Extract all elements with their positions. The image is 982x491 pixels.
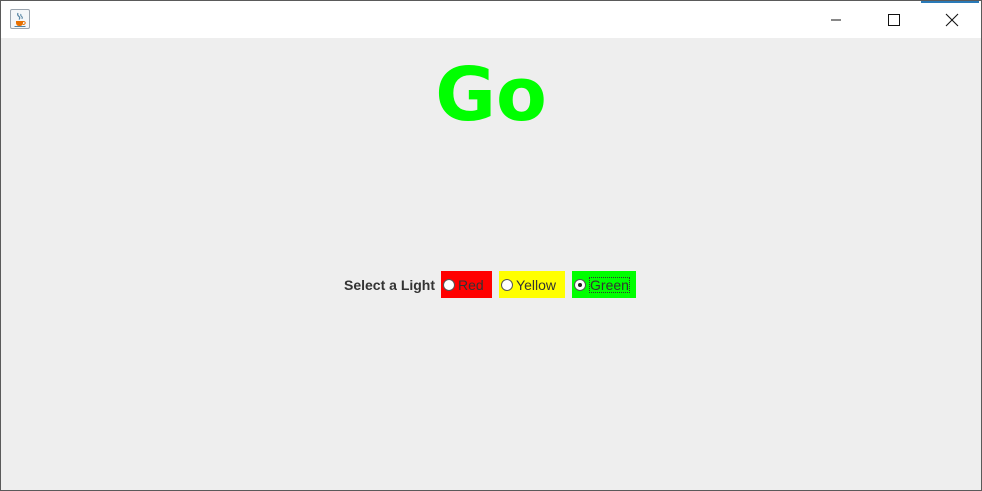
radio-green[interactable]: Green xyxy=(572,271,637,298)
app-window: Go Select a Light Red Yellow Green xyxy=(0,0,982,491)
close-button[interactable] xyxy=(923,1,981,38)
radio-button-checked-icon[interactable] xyxy=(574,278,587,291)
light-status-text: Go xyxy=(435,52,547,138)
light-selector: Select a Light Red Yellow Green xyxy=(344,271,637,298)
radio-button-unchecked-icon[interactable] xyxy=(501,278,514,291)
close-icon xyxy=(945,13,959,26)
maximize-button[interactable] xyxy=(865,1,923,38)
title-bar[interactable] xyxy=(1,1,981,38)
minimize-button[interactable] xyxy=(807,1,865,38)
content-panel: Go Select a Light Red Yellow Green xyxy=(1,38,981,490)
select-light-label: Select a Light xyxy=(344,276,436,293)
radio-red[interactable]: Red xyxy=(441,271,493,298)
window-controls xyxy=(807,1,981,38)
radio-yellow-label: Yellow xyxy=(516,276,556,293)
radio-yellow[interactable]: Yellow xyxy=(499,271,566,298)
radio-red-label: Red xyxy=(458,276,484,293)
java-coffee-cup-icon[interactable] xyxy=(10,9,30,29)
minimize-icon xyxy=(831,19,841,20)
radio-button-unchecked-icon[interactable] xyxy=(443,278,456,291)
radio-green-label: Green xyxy=(589,276,630,293)
maximize-icon xyxy=(888,13,900,26)
